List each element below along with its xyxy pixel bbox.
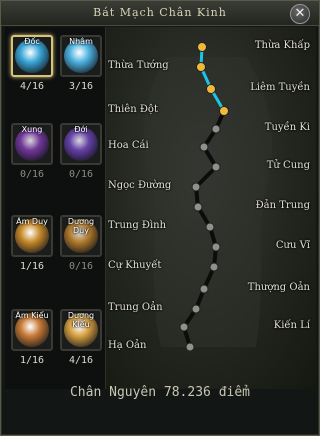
acupoint-label: Trung Oản	[108, 302, 163, 313]
meridian-count: 0/16	[19, 169, 45, 180]
meridian-label: Dương Kiểu	[67, 311, 95, 329]
meridian-slot-5[interactable]: Dương Duy	[60, 215, 102, 257]
acupoint-label: Kiến Lí	[273, 320, 310, 331]
acupoint-map: Thừa Khấp Thừa Tướng Liêm Tuyền Thiên Đột Tu…	[106, 27, 316, 389]
meridian-count: 1/16	[19, 261, 45, 272]
acupoint-label: Đản Trung	[255, 200, 310, 211]
acupoint-node[interactable]	[185, 342, 195, 352]
meridian-slot-6[interactable]: Âm Kiểu	[11, 309, 53, 351]
acupoint-label: Ngọc Đường	[108, 180, 172, 191]
acupoint-node[interactable]	[191, 304, 201, 314]
acupoint-label: Hoa Cái	[108, 140, 149, 151]
meridian-window: Bát Mạch Chân Kinh ✕ Đốc 4/16 Nhâm 3/16 Xung…	[0, 0, 320, 436]
meridian-label: Xung	[21, 125, 43, 134]
acupoint-label: Trung Đình	[108, 220, 167, 231]
window-title: Bát Mạch Chân Kinh	[93, 6, 227, 19]
meridian-slot-0[interactable]: Đốc	[11, 35, 53, 77]
acupoint-label: Liêm Tuyền	[250, 82, 310, 93]
acupoint-node[interactable]	[219, 106, 229, 116]
acupoint-node[interactable]	[205, 222, 215, 232]
acupoint-node[interactable]	[199, 142, 209, 152]
meridian-slot-1[interactable]: Nhâm	[60, 35, 102, 77]
meridian-count: 0/16	[68, 261, 94, 272]
acupoint-node[interactable]	[211, 162, 221, 172]
meridian-count: 1/16	[19, 355, 45, 366]
acupoint-label: Thừa Tướng	[108, 60, 169, 71]
meridian-label: Nhâm	[69, 37, 93, 46]
meridian-slot-7[interactable]: Dương Kiểu	[60, 309, 102, 351]
acupoint-node[interactable]	[191, 182, 201, 192]
acupoint-node[interactable]	[199, 284, 209, 294]
close-icon[interactable]: ✕	[290, 4, 310, 24]
meridian-label: Đốc	[24, 37, 40, 46]
meridian-label: Dương Duy	[67, 217, 95, 235]
meridian-count: 3/16	[68, 81, 94, 92]
figure-silhouette	[143, 57, 273, 347]
acupoint-label: Thượng Oản	[247, 282, 310, 293]
acupoint-node[interactable]	[193, 202, 203, 212]
acupoint-node[interactable]	[211, 242, 221, 252]
true-essence-points: Chân Nguyên 78.236 điểm	[69, 385, 250, 400]
acupoint-node[interactable]	[206, 84, 216, 94]
meridian-slot-4[interactable]: Âm Duy	[11, 215, 53, 257]
meridian-label: Đới	[74, 125, 88, 134]
meridian-label: Âm Kiểu	[15, 311, 49, 320]
meridian-count: 4/16	[68, 355, 94, 366]
acupoint-node[interactable]	[209, 262, 219, 272]
acupoint-label: Cự Khuyết	[108, 260, 162, 271]
acupoint-node[interactable]	[196, 62, 206, 72]
meridian-count: 0/16	[68, 169, 94, 180]
acupoint-label: Cưu Vĩ	[275, 240, 310, 251]
title-bar: Bát Mạch Chân Kinh ✕	[1, 1, 319, 26]
meridian-list: Đốc 4/16 Nhâm 3/16 Xung 0/16 Đới 0/16 Âm Duy 1/16…	[5, 27, 106, 389]
meridian-count: 4/16	[19, 81, 45, 92]
acupoint-node[interactable]	[179, 322, 189, 332]
acupoint-label: Tử Cung	[266, 160, 310, 171]
acupoint-label: Thiên Đột	[108, 104, 158, 115]
meridian-slot-3[interactable]: Đới	[60, 123, 102, 165]
acupoint-label: Thừa Khấp	[254, 40, 310, 51]
acupoint-label: Hạ Oản	[108, 340, 147, 351]
acupoint-node[interactable]	[197, 42, 207, 52]
acupoint-node[interactable]	[211, 124, 221, 134]
meridian-label: Âm Duy	[16, 217, 48, 226]
meridian-slot-2[interactable]: Xung	[11, 123, 53, 165]
acupoint-label: Tuyền Ki	[264, 122, 310, 133]
